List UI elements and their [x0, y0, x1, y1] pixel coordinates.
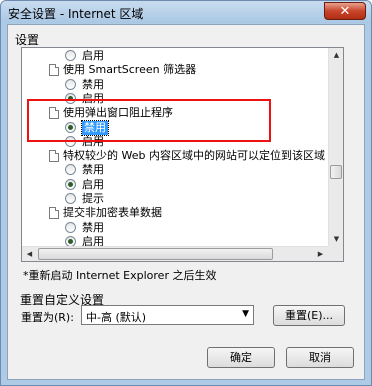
cancel-button[interactable]: 取消	[286, 347, 354, 368]
row-label: 启用	[82, 49, 104, 62]
radio-unchecked-icon[interactable]	[65, 50, 76, 61]
radio-option[interactable]: 禁用	[22, 78, 322, 92]
setting-item[interactable]: 特权较少的 Web 内容区域中的网站可以定位到该区域	[22, 149, 325, 163]
horizontal-scroll-thumb[interactable]	[38, 248, 273, 260]
restart-note: *重新启动 Internet Explorer 之后生效	[23, 269, 217, 282]
radio-unchecked-icon[interactable]	[65, 221, 76, 233]
settings-list[interactable]: 启用 使用 SmartScreen 筛选器 禁用 启用 使用弹出窗口阻止程序 禁用 启用 特权…	[21, 47, 344, 262]
radio-unchecked-icon[interactable]	[65, 164, 76, 176]
scroll-right-icon[interactable]: ▶	[313, 247, 328, 261]
row-label: 禁用	[82, 77, 104, 91]
annotation-highlight-box	[27, 99, 271, 142]
row-label: 特权较少的 Web 内容区域中的网站可以定位到该区域	[63, 149, 325, 163]
reset-to-label: 重置为(R):	[21, 311, 74, 324]
setting-item[interactable]: 提交非加密表单数据	[22, 206, 322, 220]
row-label: 启用	[82, 177, 104, 191]
radio-option[interactable]: 禁用	[22, 163, 322, 177]
document-icon	[49, 150, 59, 163]
vertical-scroll-thumb[interactable]	[330, 165, 342, 179]
title-bar[interactable]: 安全设置 - Internet 区域 ✕	[1, 1, 371, 23]
row-label: 提示	[82, 192, 104, 205]
radio-option[interactable]: 禁用	[22, 221, 322, 235]
document-icon	[49, 64, 59, 77]
scroll-left-icon[interactable]: ◀	[22, 247, 37, 261]
settings-group-title: 设置	[15, 33, 40, 47]
row-label: 提交非加密表单数据	[63, 206, 162, 220]
row-label: 禁用	[82, 163, 104, 177]
row-label: 禁用	[82, 220, 104, 234]
ok-button[interactable]: 确定	[207, 347, 275, 368]
security-settings-dialog: 安全设置 - Internet 区域 ✕ 设置 启用 使用 SmartScreen…	[0, 0, 372, 386]
radio-option[interactable]: 启用	[22, 49, 322, 63]
radio-checked-icon[interactable]	[65, 178, 76, 190]
scroll-down-icon[interactable]: ▼	[329, 232, 343, 247]
scroll-up-icon[interactable]: ▲	[329, 48, 343, 63]
reset-level-value: 中-高 (默认)	[86, 311, 147, 324]
reset-button[interactable]: 重置(E)...	[273, 305, 345, 326]
row-label: 使用 SmartScreen 筛选器	[63, 63, 197, 77]
radio-unchecked-icon[interactable]	[65, 78, 76, 90]
setting-item[interactable]: 使用 SmartScreen 筛选器	[22, 63, 322, 77]
horizontal-scrollbar[interactable]: ◀ ▶	[22, 246, 328, 261]
radio-unchecked-icon[interactable]	[65, 193, 76, 204]
document-icon	[49, 207, 59, 220]
scroll-corner	[328, 246, 343, 261]
reset-level-select[interactable]: 中-高 (默认) ▼	[81, 305, 254, 325]
window-title: 安全设置 - Internet 区域	[8, 7, 144, 21]
radio-option[interactable]: 启用	[22, 178, 322, 192]
chevron-down-icon: ▼	[242, 309, 249, 319]
close-button[interactable]: ✕	[324, 2, 366, 20]
radio-option[interactable]: 提示	[22, 192, 322, 206]
vertical-scrollbar[interactable]: ▲ ▼	[328, 48, 343, 247]
